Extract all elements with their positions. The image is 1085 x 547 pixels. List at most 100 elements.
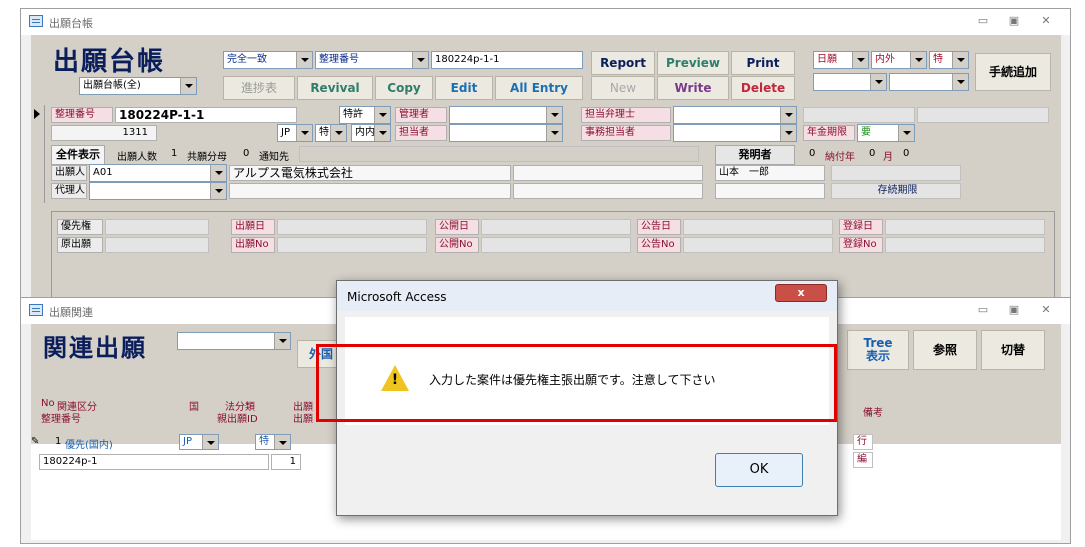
preview-button[interactable]: Preview xyxy=(657,51,729,75)
kokai-no-value xyxy=(481,237,631,253)
kind-select[interactable]: 特 xyxy=(315,124,347,142)
procedure-add-button[interactable]: 手続追加 xyxy=(975,53,1051,91)
view-select[interactable]: 出願台帳(全) xyxy=(79,77,197,95)
filter-select-3[interactable]: 特 xyxy=(929,51,969,69)
shinchoku-button[interactable]: 進捗表 xyxy=(223,76,295,100)
naigai-select[interactable]: 内内 xyxy=(351,124,391,142)
chevron-down-icon xyxy=(952,74,968,90)
copy-button[interactable]: Copy xyxy=(375,76,433,100)
kanri-select[interactable] xyxy=(449,106,563,124)
sonzoku-label: 存続期限 xyxy=(831,183,961,199)
tsuchi-field xyxy=(299,146,699,162)
row-kubun[interactable]: 優先(国内) xyxy=(65,436,113,451)
inventor-count: 0 xyxy=(809,148,816,159)
status-cell-1 xyxy=(803,107,915,123)
report-button[interactable]: Report xyxy=(591,51,655,75)
kokai-date-label: 公開日 xyxy=(435,219,479,235)
main-window-title: 出願台帳 xyxy=(49,17,93,30)
restore-icon[interactable]: ▣ xyxy=(1005,14,1023,28)
agent-extra xyxy=(513,183,703,199)
kokoku-no-value xyxy=(683,237,833,253)
main-window: 出願台帳 ▭ ▣ ✕ 出願台帳 出願台帳(全) 完全一致 整理番号 180224… xyxy=(20,8,1071,308)
chevron-down-icon xyxy=(296,52,312,68)
toroku-date-value xyxy=(885,219,1045,235)
row-oya-id[interactable]: 1 xyxy=(271,454,301,470)
country-select[interactable]: JP xyxy=(277,124,313,142)
row-side-1: 行 xyxy=(853,434,873,450)
delete-button[interactable]: Delete xyxy=(731,76,795,100)
applicant-code-select[interactable]: A01 xyxy=(89,164,227,182)
revival-button[interactable]: Revival xyxy=(297,76,373,100)
filter-select-5[interactable] xyxy=(889,73,969,91)
nofu-year: 0 xyxy=(869,148,876,159)
tanto-select[interactable] xyxy=(449,124,563,142)
row-seiri[interactable]: 180224p-1 xyxy=(39,454,269,470)
chevron-down-icon xyxy=(210,183,226,199)
close-icon[interactable]: ✕ xyxy=(1037,14,1055,28)
jimu-select[interactable] xyxy=(673,124,797,142)
chevron-down-icon xyxy=(546,125,562,141)
print-button[interactable]: Print xyxy=(731,51,795,75)
dialog-title: Microsoft Access xyxy=(347,290,447,304)
inventor-button[interactable]: 発明者 xyxy=(715,145,795,165)
row-kind-select[interactable]: 特 xyxy=(255,434,291,450)
toroku-no-label: 登録No xyxy=(839,237,883,253)
minimize-icon[interactable]: ▭ xyxy=(974,303,992,317)
kokai-date-value xyxy=(481,219,631,235)
chevron-down-icon xyxy=(952,52,968,68)
yusen-value xyxy=(105,219,209,235)
zenken-button[interactable]: 全件表示 xyxy=(51,145,105,165)
new-button[interactable]: New xyxy=(591,76,655,100)
form-icon xyxy=(29,15,43,27)
chevron-down-icon xyxy=(412,52,428,68)
chevron-down-icon xyxy=(546,107,562,123)
chevron-down-icon xyxy=(274,435,290,449)
agent-extra-2 xyxy=(715,183,825,199)
restore-icon[interactable]: ▣ xyxy=(1005,303,1023,317)
dialog-titlebar: Microsoft Access x xyxy=(337,281,837,311)
form-title: 出願台帳 xyxy=(53,47,166,77)
bengoshi-select[interactable] xyxy=(673,106,797,124)
filter-select-4[interactable] xyxy=(813,73,887,91)
ok-button[interactable]: OK xyxy=(715,453,803,487)
dialog-close-button[interactable]: x xyxy=(775,284,827,302)
related-form-title: 関連出願 xyxy=(43,333,147,362)
row-country-select[interactable]: JP xyxy=(179,434,219,450)
kanri-label: 管理者 xyxy=(395,107,447,123)
yusen-label: 優先権 xyxy=(57,219,103,235)
nofu-label: 納付年 xyxy=(825,152,855,163)
nenkin-select[interactable]: 要 xyxy=(857,124,915,142)
related-select[interactable] xyxy=(177,332,291,350)
record-pointer-icon xyxy=(34,109,40,119)
applicant-name: アルプス電気株式会社 xyxy=(229,165,511,181)
tanto-label: 担当者 xyxy=(395,125,447,141)
close-icon[interactable]: ✕ xyxy=(1037,303,1055,317)
edit-button[interactable]: Edit xyxy=(435,76,493,100)
kokoku-date-value xyxy=(683,219,833,235)
inventor-name: 山本 一郎 xyxy=(715,165,825,181)
seiri-value[interactable]: 180224P-1-1 xyxy=(115,107,297,123)
chevron-down-icon xyxy=(898,125,914,141)
all-entry-button[interactable]: All Entry xyxy=(495,76,583,100)
sansho-button[interactable]: 参照 xyxy=(913,330,977,370)
agent-select[interactable] xyxy=(89,182,227,200)
tree-view-button[interactable]: Tree 表示 xyxy=(847,330,909,370)
filter-select-1[interactable]: 日願 xyxy=(813,51,869,69)
record-selector[interactable] xyxy=(31,105,45,203)
search-value-input[interactable]: 180224p-1-1 xyxy=(431,51,583,69)
form-icon xyxy=(29,304,43,316)
minimize-icon[interactable]: ▭ xyxy=(974,14,992,28)
filter-select-2[interactable]: 内外 xyxy=(871,51,927,69)
write-button[interactable]: Write xyxy=(657,76,729,100)
shutsugan-no-label: 出願No xyxy=(231,237,275,253)
kirikae-button[interactable]: 切替 xyxy=(981,330,1045,370)
main-form: 出願台帳 出願台帳(全) 完全一致 整理番号 180224p-1-1 進捗表 R… xyxy=(31,35,1061,303)
tsuchi-label: 通知先 xyxy=(259,152,289,163)
shutsugan-date-value xyxy=(277,219,427,235)
type-select[interactable]: 特許 xyxy=(339,106,391,124)
code-cell: 1311 xyxy=(51,125,157,141)
search-mode-select[interactable]: 完全一致 xyxy=(223,51,313,69)
col-country: 国 xyxy=(189,402,199,413)
applicant-label: 出願人 xyxy=(51,165,87,181)
search-field-select[interactable]: 整理番号 xyxy=(315,51,429,69)
